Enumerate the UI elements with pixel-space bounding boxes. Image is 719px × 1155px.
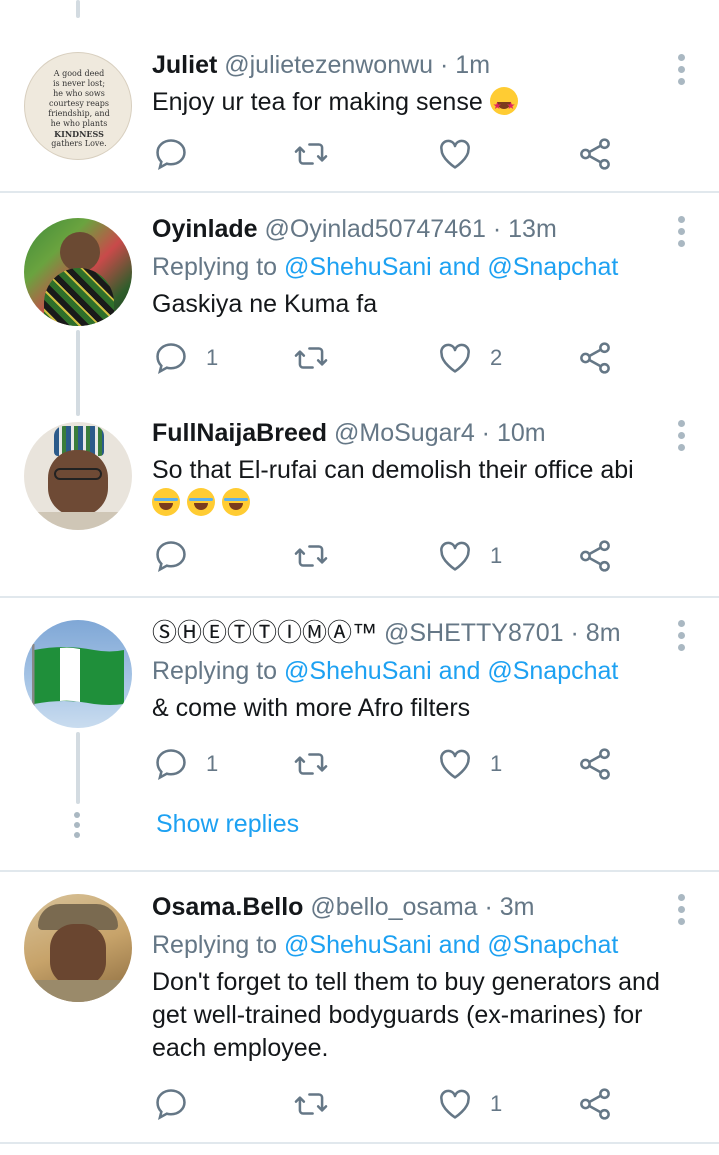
tweet-text: Enjoy ur tea for making sense	[152, 86, 659, 123]
replying-to-mentions[interactable]: @ShehuSani and @Snapchat	[284, 931, 618, 959]
user-handle-time[interactable]: @bello_osama · 3m	[310, 893, 534, 921]
more-options-icon[interactable]	[675, 894, 687, 930]
reply-button[interactable]	[152, 536, 190, 576]
retweet-icon	[294, 347, 328, 369]
show-replies-link[interactable]: Show replies	[156, 810, 299, 839]
reply-button[interactable]: 1	[152, 338, 218, 378]
share-button[interactable]	[576, 744, 614, 784]
reply-icon	[156, 1089, 186, 1120]
replying-to: Replying to @ShehuSani and @Snapchat	[152, 657, 619, 685]
divider	[0, 1142, 719, 1144]
share-icon	[580, 1088, 610, 1120]
user-name[interactable]: Juliet	[152, 51, 217, 79]
retweet-button[interactable]	[292, 744, 330, 784]
user-name[interactable]: FullNaijaBreed	[152, 419, 327, 447]
avatar-face	[48, 450, 108, 516]
avatar-photo-clothing	[44, 268, 114, 326]
avatar[interactable]	[24, 218, 132, 326]
retweet-icon	[294, 143, 328, 165]
avatar-glasses	[54, 468, 102, 480]
like-button[interactable]: 1	[436, 1084, 502, 1124]
tweet-fullnaijabreed[interactable]: FullNaijaBreed @MoSugar4 · 10m So that E…	[0, 396, 719, 596]
tweet-juliet[interactable]: A good deed is never lost; he who sows c…	[0, 0, 719, 192]
laughing-tears-emoji-icon	[152, 488, 180, 516]
like-count: 1	[490, 1091, 503, 1116]
reply-icon	[156, 139, 186, 170]
more-options-icon[interactable]	[675, 54, 687, 90]
like-icon	[440, 749, 470, 779]
reply-icon	[156, 749, 186, 780]
reply-button[interactable]	[152, 1084, 190, 1124]
tweet-text: Gaskiya ne Kuma fa	[152, 290, 378, 318]
retweet-icon	[294, 1093, 328, 1115]
reply-button[interactable]	[152, 134, 190, 174]
like-button[interactable]: 1	[436, 744, 502, 784]
user-handle-time[interactable]: @SHETTY8701 · 8m	[384, 619, 621, 647]
tweet-osama-bello[interactable]: Osama.Bello @bello_osama · 3m Replying t…	[0, 872, 719, 1142]
share-button[interactable]	[576, 1084, 614, 1124]
share-icon	[580, 540, 610, 572]
reply-icon	[156, 541, 186, 572]
replying-to-mentions[interactable]: @ShehuSani and @Snapchat	[284, 657, 618, 685]
avatar-quote-image: A good deed is never lost; he who sows c…	[48, 69, 110, 148]
like-button[interactable]: 1	[436, 536, 502, 576]
reply-button[interactable]: 1	[152, 744, 218, 784]
user-handle-time[interactable]: @julietezenwonwu · 1m	[224, 51, 490, 79]
like-button[interactable]	[436, 134, 474, 174]
like-icon	[440, 343, 470, 373]
user-handle-time[interactable]: @Oyinlad50747461 · 13m	[265, 215, 557, 243]
reply-icon	[156, 343, 186, 374]
avatar-photo-figure	[60, 232, 100, 272]
share-icon	[580, 748, 610, 780]
like-button[interactable]: 2	[436, 338, 502, 378]
avatar-shirt	[34, 512, 122, 530]
star-struck-emoji-icon	[489, 87, 518, 123]
laughing-tears-emoji-icon	[186, 488, 215, 516]
replying-to: Replying to @ShehuSani and @Snapchat	[152, 253, 619, 281]
tweet-text: Don't forget to tell them to buy generat…	[152, 968, 660, 1062]
more-options-icon[interactable]	[675, 620, 687, 656]
nigeria-flag-icon	[32, 644, 124, 714]
avatar[interactable]	[24, 422, 132, 530]
replying-to-mentions[interactable]: @ShehuSani and @Snapchat	[284, 253, 618, 281]
user-name[interactable]: ⓈⒽⒺⓉⓉⒾⓂⒶ™	[152, 619, 377, 647]
share-icon	[580, 138, 610, 170]
like-count: 2	[490, 345, 503, 370]
tweet-shettima[interactable]: ⓈⒽⒺⓉⓉⒾⓂⒶ™ @SHETTY8701 · 8m Replying to @…	[0, 598, 719, 870]
like-icon	[440, 541, 470, 571]
reply-count: 1	[206, 751, 219, 776]
like-count: 1	[490, 751, 503, 776]
like-count: 1	[490, 543, 503, 568]
share-button[interactable]	[576, 536, 614, 576]
more-options-icon[interactable]	[675, 420, 687, 456]
like-icon	[440, 139, 470, 169]
share-button[interactable]	[576, 338, 614, 378]
retweet-button[interactable]	[292, 134, 330, 174]
avatar-shirt	[32, 980, 124, 1002]
laughing-tears-emoji-icon	[221, 488, 250, 516]
retweet-button[interactable]	[292, 338, 330, 378]
more-options-icon[interactable]	[675, 216, 687, 252]
replying-to: Replying to @ShehuSani and @Snapchat	[152, 931, 619, 959]
retweet-icon	[294, 545, 328, 567]
retweet-button[interactable]	[292, 536, 330, 576]
avatar[interactable]	[24, 620, 132, 728]
user-name[interactable]: Oyinlade	[152, 215, 258, 243]
avatar[interactable]	[24, 894, 132, 1002]
reply-count: 1	[206, 345, 219, 370]
tweet-text: So that El-rufai can demolish their offi…	[152, 454, 659, 520]
user-handle-time[interactable]: @MoSugar4 · 10m	[334, 419, 546, 447]
user-name[interactable]: Osama.Bello	[152, 893, 303, 921]
retweet-icon	[294, 753, 328, 775]
retweet-button[interactable]	[292, 1084, 330, 1124]
avatar[interactable]: A good deed is never lost; he who sows c…	[24, 52, 132, 160]
avatar-face	[50, 924, 106, 986]
tweet-oyinlade[interactable]: Oyinlade @Oyinlad50747461 · 13m Replying…	[0, 192, 719, 396]
share-icon	[580, 342, 610, 374]
share-button[interactable]	[576, 134, 614, 174]
tweet-text: & come with more Afro filters	[152, 694, 471, 722]
like-icon	[440, 1089, 470, 1119]
